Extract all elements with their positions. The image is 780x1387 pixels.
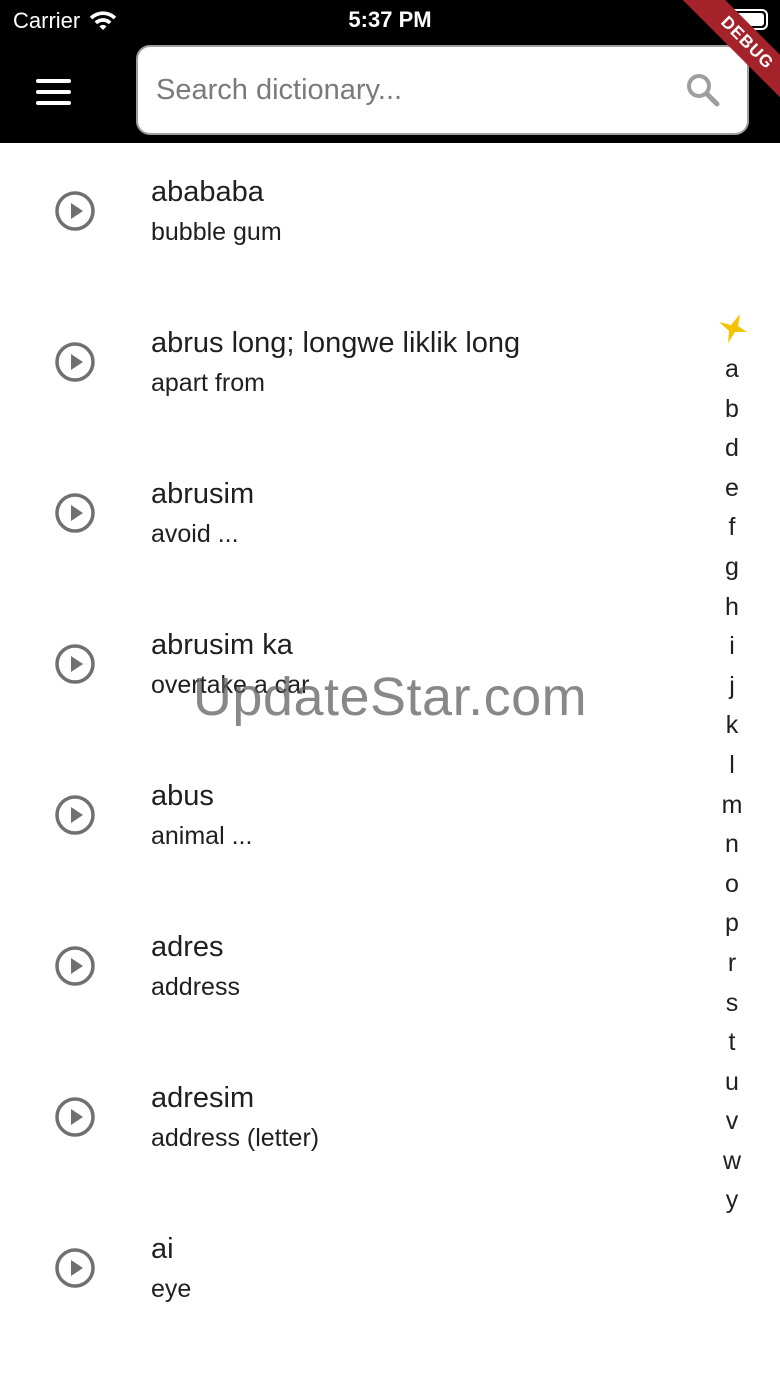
- debug-banner: DEBUG: [660, 0, 780, 120]
- entry-gloss: bubble gum: [151, 218, 282, 246]
- list-item[interactable]: abrusim avoid ...: [0, 445, 700, 596]
- index-letter-b[interactable]: b: [722, 390, 743, 430]
- entry-term: abrus long; longwe liklik long: [151, 327, 521, 359]
- list-item[interactable]: abababa bubble gum: [0, 143, 700, 294]
- search-field[interactable]: [136, 45, 749, 135]
- entry-term: abrusim: [151, 478, 255, 510]
- entry-gloss: address (letter): [151, 1124, 320, 1152]
- alphabet-index[interactable]: abdefghijklmnoprstuvwy: [712, 310, 752, 1221]
- list-item[interactable]: ai eye: [0, 1200, 700, 1351]
- entry-gloss: apart from: [151, 369, 265, 397]
- entry-gloss: animal ...: [151, 822, 253, 850]
- list-item[interactable]: adres address: [0, 898, 700, 1049]
- index-letter-t[interactable]: t: [722, 1023, 743, 1063]
- play-icon[interactable]: [54, 492, 96, 534]
- play-icon[interactable]: [54, 794, 96, 836]
- index-letter-d[interactable]: d: [722, 429, 743, 469]
- play-icon[interactable]: [54, 190, 96, 232]
- index-letter-o[interactable]: o: [722, 865, 743, 905]
- play-icon[interactable]: [54, 643, 96, 685]
- index-letter-r[interactable]: r: [722, 944, 743, 984]
- entry-term: adres: [151, 931, 224, 963]
- index-letter-h[interactable]: h: [722, 588, 743, 628]
- index-letter-w[interactable]: w: [722, 1142, 743, 1182]
- entry-term: abrusim ka: [151, 629, 293, 661]
- search-input[interactable]: [138, 60, 683, 120]
- index-letter-a[interactable]: a: [722, 350, 743, 390]
- index-letter-s[interactable]: s: [722, 984, 743, 1024]
- list-item[interactable]: abus animal ...: [0, 747, 700, 898]
- index-letter-l[interactable]: l: [722, 746, 743, 786]
- index-letter-m[interactable]: m: [722, 786, 743, 826]
- star-icon[interactable]: [714, 310, 750, 346]
- index-letter-p[interactable]: p: [722, 904, 743, 944]
- index-letter-y[interactable]: y: [722, 1181, 743, 1221]
- index-letter-k[interactable]: k: [722, 706, 743, 746]
- list-item[interactable]: abrusim ka overtake a car: [0, 596, 700, 747]
- index-letter-u[interactable]: u: [722, 1063, 743, 1103]
- index-letter-e[interactable]: e: [722, 469, 743, 509]
- entry-list[interactable]: abababa bubble gum abrus long; longwe li…: [0, 143, 780, 1387]
- entry-term: adresim: [151, 1082, 255, 1114]
- index-letter-v[interactable]: v: [722, 1102, 743, 1142]
- play-icon[interactable]: [54, 1247, 96, 1289]
- index-letter-n[interactable]: n: [722, 825, 743, 865]
- entry-term: abababa: [151, 176, 264, 208]
- entry-gloss: overtake a car: [151, 671, 310, 699]
- index-letter-g[interactable]: g: [722, 548, 743, 588]
- play-icon[interactable]: [54, 945, 96, 987]
- play-icon[interactable]: [54, 341, 96, 383]
- hamburger-menu-icon[interactable]: [26, 70, 80, 114]
- play-icon[interactable]: [54, 1096, 96, 1138]
- entry-term: ai: [151, 1233, 174, 1265]
- alphabet-letters[interactable]: abdefghijklmnoprstuvwy: [722, 350, 743, 1221]
- index-letter-f[interactable]: f: [722, 508, 743, 548]
- entry-gloss: eye: [151, 1275, 192, 1303]
- entry-gloss: avoid ...: [151, 520, 239, 548]
- entry-gloss: address: [151, 973, 240, 1001]
- list-item[interactable]: abrus long; longwe liklik long apart fro…: [0, 294, 700, 445]
- app-screen: Carrier 5:37 PM DEBUG: [0, 0, 780, 1387]
- list-item[interactable]: adresim address (letter): [0, 1049, 700, 1200]
- app-bar: Carrier 5:37 PM DEBUG: [0, 0, 780, 143]
- entry-term: abus: [151, 780, 214, 812]
- index-letter-j[interactable]: j: [722, 667, 743, 707]
- debug-label: DEBUG: [669, 0, 780, 120]
- index-letter-i[interactable]: i: [722, 627, 743, 667]
